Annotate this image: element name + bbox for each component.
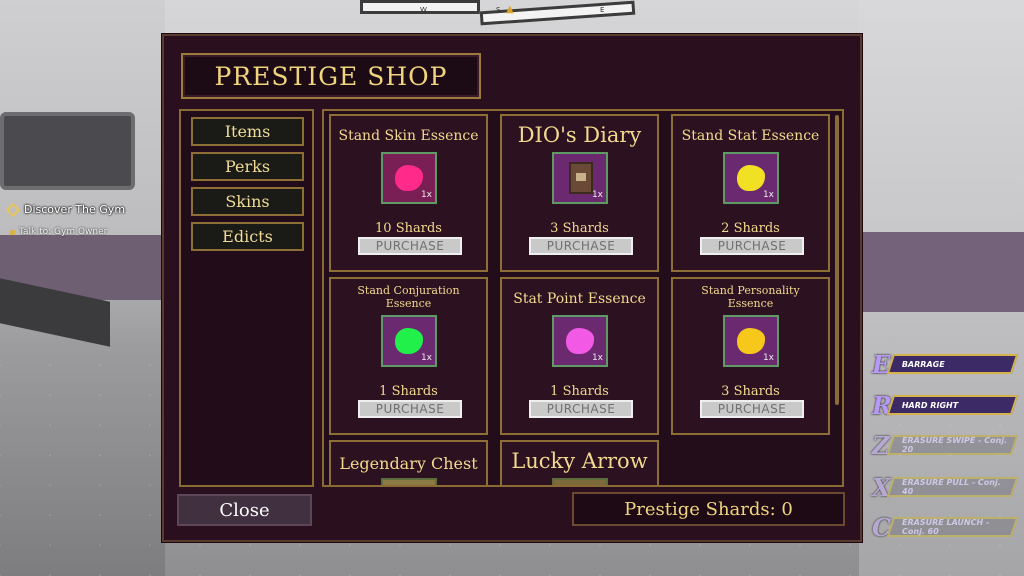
item-icon-frame: 1x [381, 315, 437, 367]
item-price: 1 Shards [379, 384, 438, 399]
ability-label: ERASURE LAUNCH - Conj. 60 [902, 518, 990, 536]
ability-bar: HARD RIGHT [886, 395, 1019, 415]
purchase-button[interactable]: PURCHASE [358, 400, 462, 418]
item-quantity: 1x [420, 190, 432, 200]
ability-bar: ERASURE PULL - Conj. 40 [886, 477, 1019, 497]
ability-key: C [872, 513, 892, 542]
tab-edicts[interactable]: Edicts [191, 222, 304, 251]
tab-perks[interactable]: Perks [191, 152, 304, 181]
ability-key: Z [872, 431, 890, 460]
item-icon-frame: 1x [552, 315, 608, 367]
chest-icon [381, 478, 437, 485]
grid-scrollbar[interactable] [835, 115, 839, 405]
shop-item-card: Lucky Arrow [500, 440, 659, 485]
item-price: 3 Shards [721, 384, 780, 399]
item-name: Stand Conjuration Essence [357, 284, 460, 310]
shop-item-card: Stand Stat Essence 1x 2 Shards PURCHASE [671, 114, 830, 272]
compass-bar: W S ▲ E [400, 4, 630, 18]
close-button[interactable]: Close [177, 494, 312, 526]
quest-objective: Talk to: Gym Owner [19, 227, 108, 237]
quest-objective-row: Talk to: Gym Owner [10, 227, 125, 237]
item-icon-frame: 1x [723, 152, 779, 204]
item-price: 2 Shards [721, 221, 780, 236]
ability-bar: ERASURE SWIPE - Conj. 20 [886, 435, 1019, 455]
item-icon-frame: 1x [381, 152, 437, 204]
item-price: 10 Shards [375, 221, 442, 236]
ability-slot: C ERASURE LAUNCH - Conj. 60 [866, 513, 1024, 542]
compass-label: W [420, 6, 427, 14]
item-name: Legendary Chest [339, 454, 478, 473]
purchase-button[interactable]: PURCHASE [700, 237, 804, 255]
item-name: Stat Point Essence [513, 291, 646, 307]
shop-category-sidebar: Items Perks Skins Edicts [179, 109, 314, 487]
item-icon-frame: 1x [723, 315, 779, 367]
arrow-icon [552, 478, 608, 485]
item-price: 3 Shards [550, 221, 609, 236]
diary-book-icon [569, 162, 593, 194]
compass-label: E [600, 6, 605, 14]
tab-skins[interactable]: Skins [191, 187, 304, 216]
shop-item-card: Stand Skin Essence 1x 10 Shards PURCHASE [329, 114, 488, 272]
shop-item-card: Stat Point Essence 1x 1 Shards PURCHASE [500, 277, 659, 435]
shop-title: PRESTIGE SHOP [214, 61, 448, 91]
quest-diamond-icon [5, 202, 21, 217]
objective-bullet-icon [10, 229, 15, 235]
item-icon-frame: 1x [552, 152, 608, 204]
item-quantity: 1x [762, 190, 774, 200]
item-name: Stand Personality Essence [701, 284, 800, 310]
ability-bar: BARRAGE [886, 354, 1019, 374]
quest-tracker: Discover The Gym Talk to: Gym Owner [5, 202, 126, 237]
ability-bar: ERASURE LAUNCH - Conj. 60 [886, 517, 1019, 537]
ability-label: ERASURE SWIPE - Conj. 20 [902, 436, 1008, 454]
shop-title-frame: PRESTIGE SHOP [181, 53, 481, 99]
compass-marker-icon: ▲ [506, 4, 514, 15]
item-quantity: 1x [420, 353, 432, 363]
ability-slot: X ERASURE PULL - Conj. 40 [866, 473, 1024, 502]
ability-key: E [872, 350, 891, 379]
shop-item-card: Stand Personality Essence 1x 3 Shards PU… [671, 277, 830, 435]
purchase-button[interactable]: PURCHASE [529, 400, 633, 418]
item-name: Stand Skin Essence [338, 128, 479, 144]
item-name: Lucky Arrow [511, 449, 648, 473]
tab-items[interactable]: Items [191, 117, 304, 146]
shop-item-grid: Stand Skin Essence 1x 10 Shards PURCHASE… [322, 109, 844, 487]
item-quantity: 1x [591, 190, 603, 200]
essence-icon [395, 165, 423, 191]
ability-slot: E BARRAGE [866, 350, 1024, 379]
item-quantity: 1x [591, 353, 603, 363]
essence-icon [566, 328, 594, 354]
prestige-shop-window: PRESTIGE SHOP Items Perks Skins Edicts S… [162, 34, 862, 542]
quest-title: Discover The Gym [24, 203, 126, 216]
essence-icon [737, 165, 765, 191]
purchase-button[interactable]: PURCHASE [529, 237, 633, 255]
ability-slot: Z ERASURE SWIPE - Conj. 20 [866, 431, 1024, 460]
quest-title-row: Discover The Gym [5, 202, 126, 217]
item-name: Stand Stat Essence [681, 128, 820, 144]
essence-icon [395, 328, 423, 354]
compass-label: S [496, 6, 501, 14]
item-quantity: 1x [762, 353, 774, 363]
item-name: DIO's Diary [517, 123, 642, 147]
prestige-shards-counter: Prestige Shards: 0 [572, 492, 845, 526]
ability-slot: R HARD RIGHT [866, 391, 1024, 420]
ability-label: HARD RIGHT [902, 400, 959, 410]
shop-item-card: Legendary Chest [329, 440, 488, 485]
ability-key: X [872, 473, 891, 502]
right-wall-stripe [859, 232, 1024, 312]
item-price: 1 Shards [550, 384, 609, 399]
shop-item-card: Stand Conjuration Essence 1x 1 Shards PU… [329, 277, 488, 435]
gym-monitor [0, 112, 135, 190]
shop-item-card: DIO's Diary 1x 3 Shards PURCHASE [500, 114, 659, 272]
purchase-button[interactable]: PURCHASE [700, 400, 804, 418]
essence-icon [737, 328, 765, 354]
ability-label: ERASURE PULL - Conj. 40 [902, 478, 1001, 496]
ability-label: BARRAGE [902, 359, 945, 369]
purchase-button[interactable]: PURCHASE [358, 237, 462, 255]
ability-hotbar: E BARRAGE R HARD RIGHT Z ERASURE SWIPE -… [866, 350, 1024, 550]
